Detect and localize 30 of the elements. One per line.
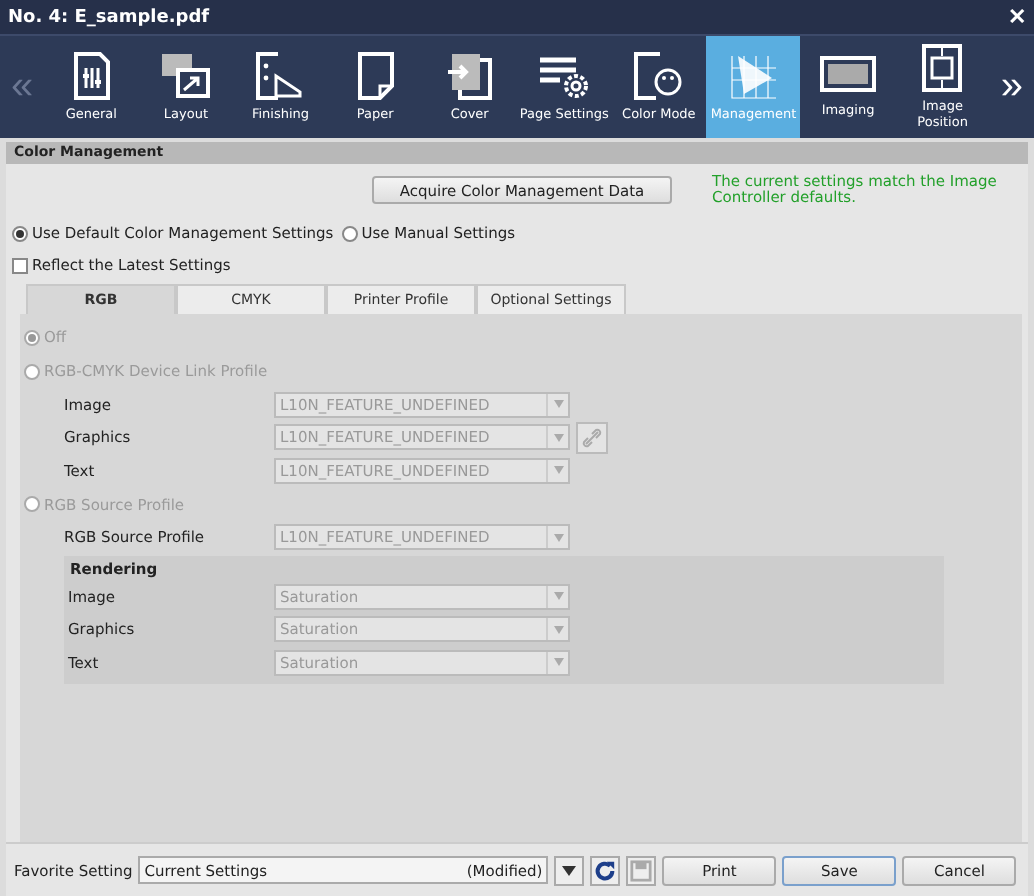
checkbox[interactable] xyxy=(12,257,28,273)
scroll-right-button[interactable]: » xyxy=(989,36,1034,138)
caret-icon xyxy=(553,433,563,442)
document-sliders-icon xyxy=(69,51,114,100)
radio-button[interactable] xyxy=(12,225,28,241)
overlapping-pages-icon xyxy=(159,51,212,100)
caret-icon xyxy=(553,592,563,601)
caret-icon xyxy=(553,625,563,634)
caret-icon xyxy=(553,658,563,667)
radio-button[interactable] xyxy=(341,225,358,241)
radio-button[interactable] xyxy=(24,329,40,345)
refresh-button[interactable] xyxy=(590,855,621,885)
caret-icon xyxy=(553,466,563,475)
caret-icon xyxy=(562,865,577,875)
centered-image-icon xyxy=(922,44,963,93)
close-button[interactable]: ✕ xyxy=(1008,4,1026,30)
dropdown-button[interactable] xyxy=(554,855,585,885)
caret-icon xyxy=(553,400,563,409)
paper-sheet-icon xyxy=(355,51,396,100)
cover-pages-icon xyxy=(445,51,494,100)
radio-button[interactable] xyxy=(24,496,40,512)
image-screen-icon xyxy=(820,55,877,96)
color-gamut-icon xyxy=(727,51,780,100)
page-stapler-icon xyxy=(254,51,307,100)
radio-button[interactable] xyxy=(24,363,40,379)
link-icon[interactable] xyxy=(576,421,608,454)
page-palette-icon xyxy=(632,51,685,100)
window-title: No. 4: E_sample.pdf xyxy=(8,7,210,27)
refresh-icon xyxy=(594,859,617,881)
caret-icon xyxy=(553,533,563,542)
